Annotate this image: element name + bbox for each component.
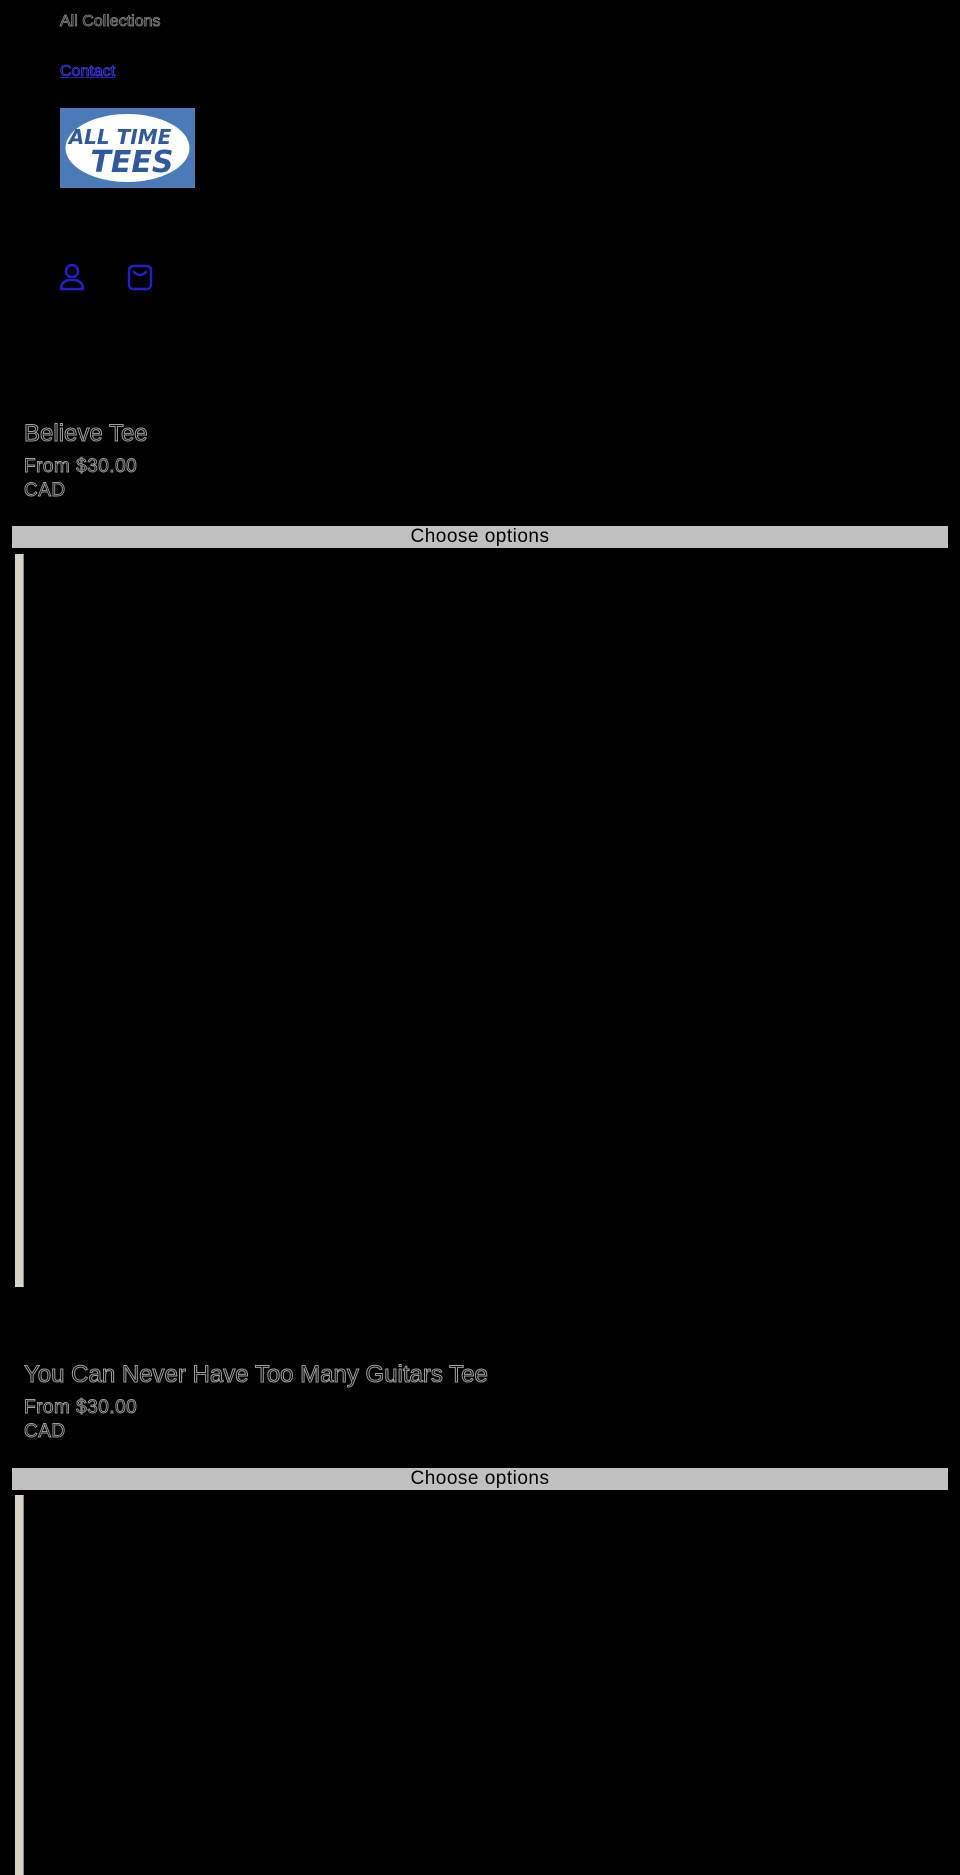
product-price: From $30.00: [24, 1397, 138, 1419]
product-price: From $30.00: [24, 456, 138, 478]
nav-link-all-collections[interactable]: All Collections: [60, 13, 161, 31]
svg-text:TEES: TEES: [90, 145, 173, 180]
product-title[interactable]: Believe Tee: [24, 420, 149, 448]
nav-link-contact[interactable]: Contact: [60, 63, 116, 81]
product-title[interactable]: You Can Never Have Too Many Guitars Tee: [24, 1361, 489, 1389]
store-logo[interactable]: ALL TIME TEES: [60, 108, 195, 188]
product-currency: CAD: [24, 1421, 66, 1443]
product-currency: CAD: [24, 480, 66, 502]
product-image[interactable]: [15, 1495, 24, 1875]
logo-graphic: ALL TIME TEES: [65, 114, 190, 182]
account-icon[interactable]: [58, 262, 86, 292]
choose-options-button[interactable]: Choose options: [12, 526, 948, 548]
choose-options-button[interactable]: Choose options: [12, 1468, 948, 1490]
cart-icon[interactable]: [126, 262, 154, 292]
product-image[interactable]: [15, 554, 24, 1287]
